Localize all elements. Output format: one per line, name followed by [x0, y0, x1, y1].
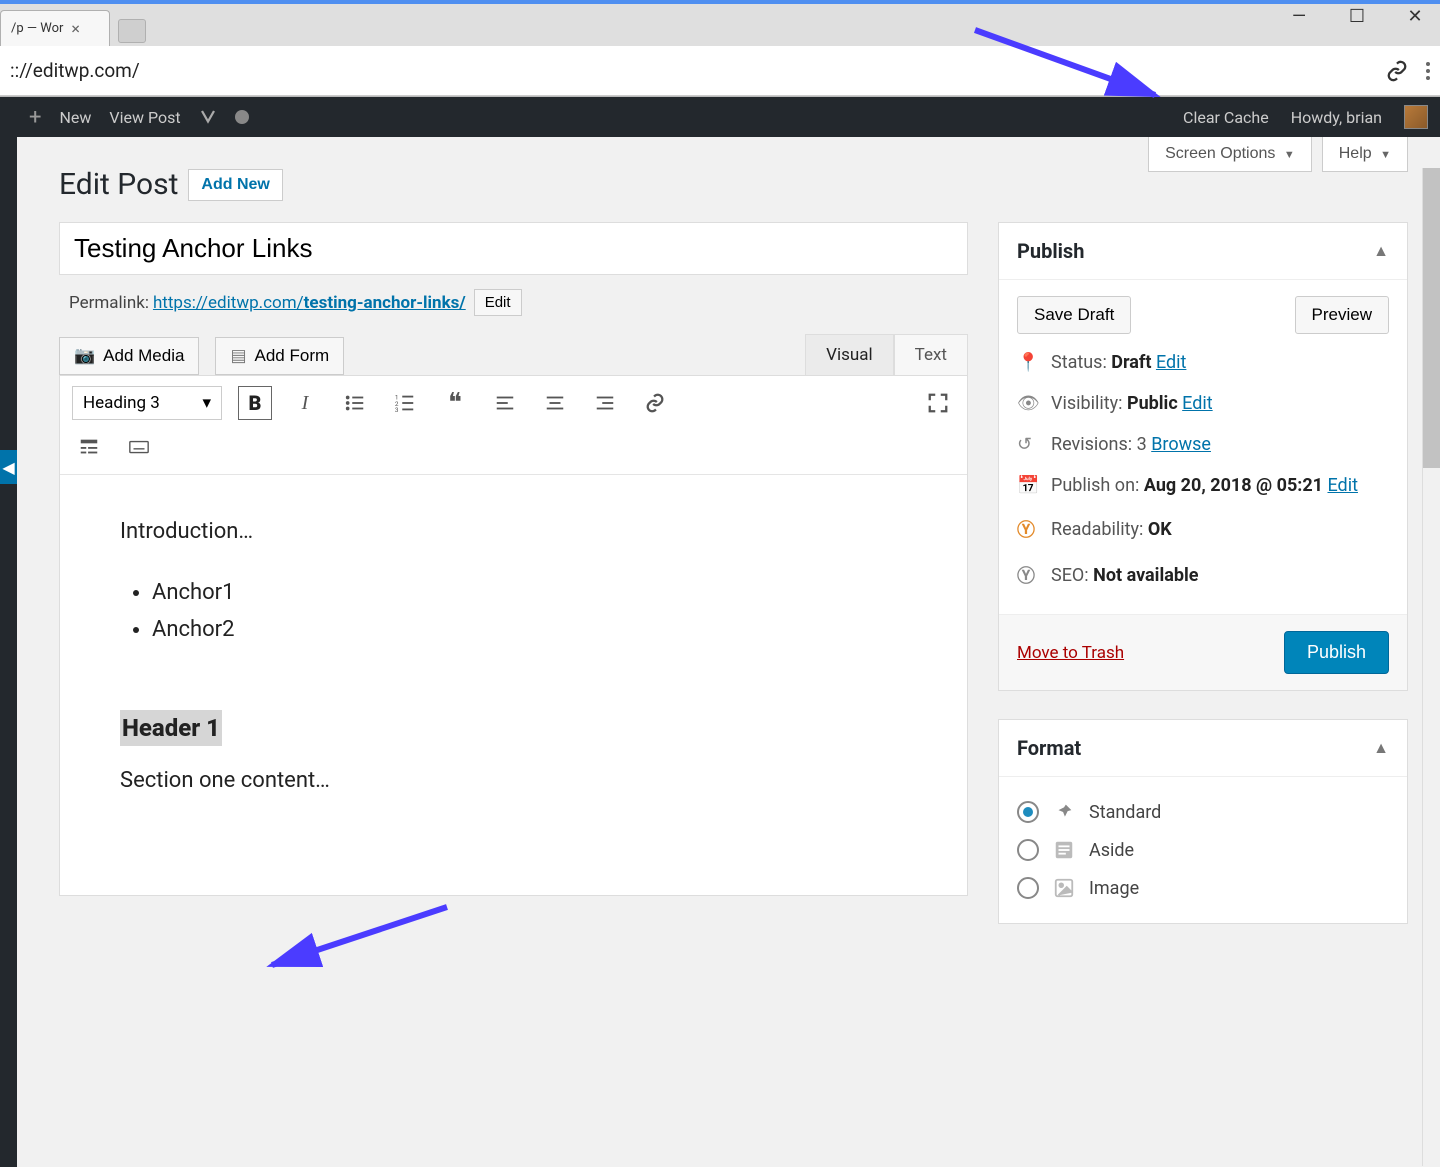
link-icon[interactable] — [1386, 60, 1408, 82]
add-new-button[interactable]: Add New — [188, 169, 282, 201]
adminbar-view-post[interactable]: View Post — [109, 108, 180, 127]
user-avatar[interactable] — [1404, 105, 1428, 129]
pin-icon: 📍 — [1017, 352, 1039, 373]
window-close-icon[interactable]: ✕ — [1400, 6, 1430, 27]
svg-text:3: 3 — [395, 406, 399, 414]
new-tab-button[interactable] — [118, 19, 146, 43]
calendar-icon: 📅 — [1017, 475, 1039, 496]
image-icon — [1053, 877, 1075, 899]
camera-icon: 📷 — [74, 346, 95, 366]
add-form-button[interactable]: ▤Add Form — [215, 337, 344, 375]
help-button[interactable]: Help ▼ — [1322, 137, 1408, 172]
format-label: Standard — [1089, 802, 1161, 823]
editor-content[interactable]: Introduction… Anchor1 Anchor2 Header 1 S… — [60, 475, 967, 895]
format-radio-aside[interactable] — [1017, 839, 1039, 861]
browser-tab[interactable]: /p — Wor × — [0, 10, 110, 46]
status-dot-icon — [235, 110, 249, 124]
blockquote-button[interactable]: ❝ — [438, 386, 472, 420]
tab-title: /p — Wor — [11, 21, 63, 36]
scrollbar-vertical[interactable] — [1422, 168, 1440, 1166]
browser-chrome: /p — Wor × — ☐ ✕ :://editwp.com/ — [0, 0, 1440, 97]
window-minimize-icon[interactable]: — — [1284, 6, 1314, 27]
plus-icon[interactable]: + — [29, 105, 41, 130]
visibility-edit-link[interactable]: Edit — [1182, 393, 1212, 414]
content-intro: Introduction… — [120, 515, 907, 548]
tab-visual[interactable]: Visual — [805, 334, 893, 375]
content-header-1: Header 1 — [120, 710, 222, 746]
list-item: Anchor2 — [152, 613, 907, 646]
editor-toolbar: Heading 3▾ B I 123 ❝ — [60, 376, 967, 475]
list-item: Anchor1 — [152, 576, 907, 609]
format-label: Image — [1089, 878, 1139, 899]
numbered-list-button[interactable]: 123 — [388, 386, 422, 420]
permalink-label: Permalink: — [69, 293, 149, 313]
align-right-button[interactable] — [588, 386, 622, 420]
align-center-button[interactable] — [538, 386, 572, 420]
tab-close-icon[interactable]: × — [71, 19, 80, 38]
yoast-readability-icon: Ⓨ — [1017, 516, 1039, 542]
screen-options-button[interactable]: Screen Options ▼ — [1148, 137, 1312, 172]
move-to-trash-link[interactable]: Move to Trash — [1017, 643, 1124, 663]
window-maximize-icon[interactable]: ☐ — [1342, 6, 1372, 27]
page-title: Edit Post — [59, 167, 178, 202]
content-section-1: Section one content… — [120, 764, 907, 797]
pin-icon — [1053, 801, 1075, 823]
status-edit-link[interactable]: Edit — [1156, 352, 1186, 373]
eye-icon: 👁 — [1017, 393, 1039, 414]
schedule-edit-link[interactable]: Edit — [1327, 475, 1357, 496]
permalink-edit-button[interactable]: Edit — [474, 289, 522, 316]
window-controls: — ☐ ✕ — [1284, 6, 1430, 27]
bold-button[interactable]: B — [238, 386, 272, 420]
keyboard-button[interactable] — [122, 430, 156, 464]
wp-admin-bar: + New View Post Clear Cache Howdy, brian — [17, 97, 1440, 137]
preview-button[interactable]: Preview — [1295, 296, 1389, 334]
format-header[interactable]: Format ▲ — [999, 720, 1407, 777]
bullet-list-button[interactable] — [338, 386, 372, 420]
italic-button[interactable]: I — [288, 386, 322, 420]
adminbar-greeting[interactable]: Howdy, brian — [1291, 108, 1382, 127]
publish-metabox: Publish ▲ Save Draft Preview 📍 Status: D… — [998, 222, 1408, 691]
editor: Heading 3▾ B I 123 ❝ — [59, 375, 968, 896]
browser-menu-icon[interactable] — [1426, 62, 1430, 80]
publish-button[interactable]: Publish — [1284, 631, 1389, 674]
fullscreen-button[interactable] — [921, 386, 955, 420]
format-metabox: Format ▲ Standard — [998, 719, 1408, 924]
align-left-button[interactable] — [488, 386, 522, 420]
format-radio-image[interactable] — [1017, 877, 1039, 899]
post-title-input[interactable] — [59, 222, 968, 275]
toolbar-toggle-button[interactable] — [72, 430, 106, 464]
scrollbar-thumb[interactable] — [1423, 168, 1440, 468]
tab-text[interactable]: Text — [894, 334, 968, 375]
adminbar-new[interactable]: New — [59, 108, 91, 127]
yoast-seo-icon: Ⓨ — [1017, 562, 1039, 588]
format-select[interactable]: Heading 3▾ — [72, 386, 222, 420]
format-radio-standard[interactable] — [1017, 801, 1039, 823]
revisions-icon: ↺ — [1017, 434, 1039, 455]
adminbar-clear-cache[interactable]: Clear Cache — [1183, 108, 1269, 127]
revisions-browse-link[interactable]: Browse — [1151, 434, 1211, 455]
form-icon: ▤ — [230, 346, 246, 366]
permalink-row: Permalink: https://editwp.com/testing-an… — [59, 275, 968, 334]
save-draft-button[interactable]: Save Draft — [1017, 296, 1131, 334]
chevron-up-icon: ▲ — [1373, 738, 1389, 758]
insert-link-button[interactable] — [638, 386, 672, 420]
format-label: Aside — [1089, 840, 1134, 861]
add-media-button[interactable]: 📷Add Media — [59, 337, 199, 375]
chevron-up-icon: ▲ — [1373, 241, 1389, 261]
aside-icon — [1053, 839, 1075, 861]
permalink-link[interactable]: https://editwp.com/testing-anchor-links/ — [153, 293, 466, 313]
wp-admin-sidebar-collapsed — [0, 97, 17, 1167]
collapse-menu-icon[interactable]: ◀ — [0, 450, 17, 484]
address-bar[interactable]: :://editwp.com/ — [10, 59, 1386, 82]
yoast-icon[interactable] — [199, 108, 217, 126]
publish-header[interactable]: Publish ▲ — [999, 223, 1407, 280]
